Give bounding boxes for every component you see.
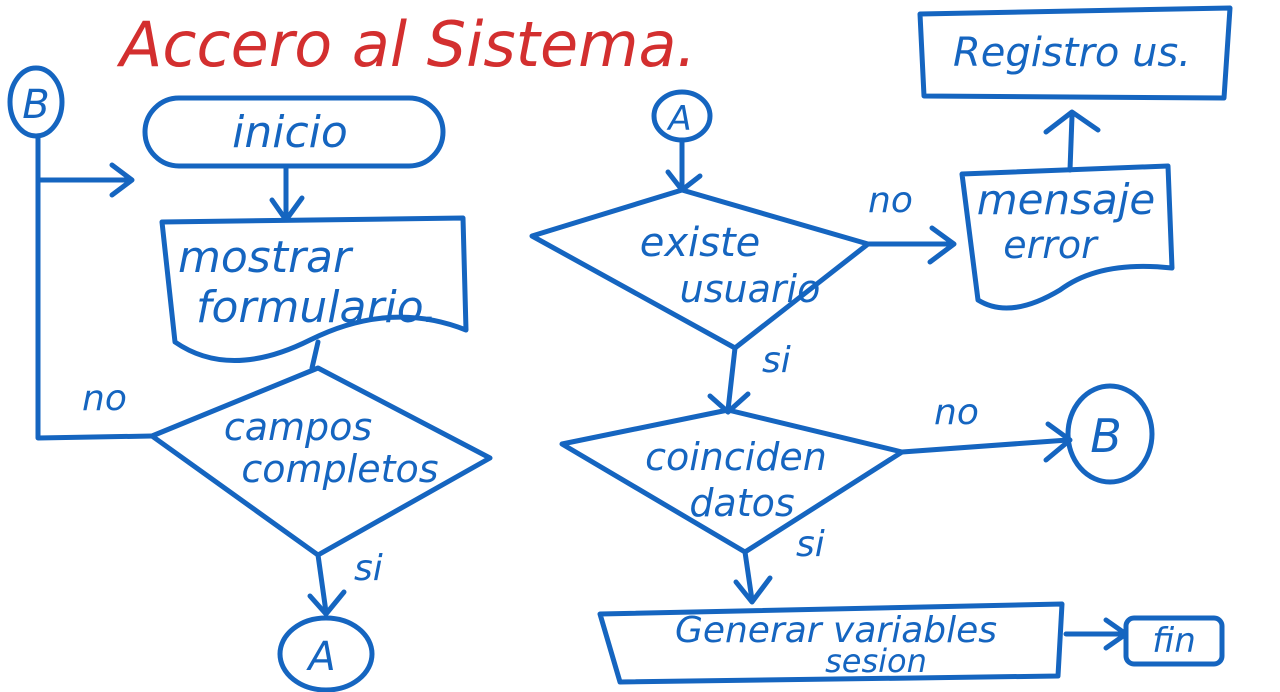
coinciden-label-line2: datos <box>689 481 794 525</box>
edge-existe-si-to-coinciden <box>725 345 738 413</box>
fin-label: fin <box>1152 621 1196 661</box>
diagram-title: Accero al Sistema. <box>116 8 696 81</box>
label-si-existe: si <box>762 340 791 381</box>
mensaje-label-line2: error <box>1003 223 1099 267</box>
registro-us-label: Registro us. <box>953 30 1191 76</box>
label-si-coinciden: si <box>796 524 825 565</box>
existe-label-line2: usuario <box>680 267 821 311</box>
flowchart-svg: Accero al Sistema. B inicio mostrar form… <box>7 5 1233 692</box>
label-no-campos: no <box>82 378 127 419</box>
edge-mensaje-to-registro <box>1067 113 1075 173</box>
inicio-label: inicio <box>232 107 348 158</box>
edge-form-to-campos <box>309 339 321 371</box>
connector-a-top-label: A <box>666 99 691 139</box>
connector-b-right-label: B <box>1090 409 1122 463</box>
coinciden-label-line1: coinciden <box>645 435 827 479</box>
connector-a-bottom-label: A <box>305 634 335 680</box>
label-no-coinciden: no <box>934 392 979 433</box>
campos-label-line1: campos <box>224 405 372 449</box>
mostrar-label-line1: mostrar <box>178 232 354 283</box>
generar-label-line2: sesion <box>825 642 927 680</box>
connector-b-left-label: B <box>22 82 49 128</box>
mostrar-label-line2: formulario. <box>196 282 438 333</box>
label-no-existe: no <box>868 180 913 221</box>
flowchart-canvas: Accero al Sistema. B inicio mostrar form… <box>0 0 1280 692</box>
campos-label-line2: completos <box>241 447 438 491</box>
mensaje-label-line1: mensaje <box>977 175 1156 224</box>
existe-label-line1: existe <box>640 220 761 266</box>
label-si-campos: si <box>354 548 383 589</box>
edge-coinciden-no-to-b <box>899 437 1071 455</box>
